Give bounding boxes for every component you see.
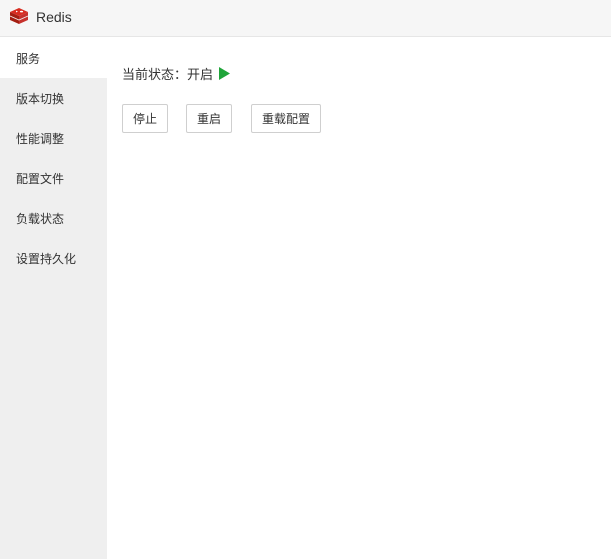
sidebar-item-config-file[interactable]: 配置文件 (0, 158, 107, 198)
app-title: Redis (36, 9, 72, 25)
sidebar-item-label: 性能调整 (16, 131, 65, 146)
sidebar-item-version-switch[interactable]: 版本切换 (0, 78, 107, 118)
redis-manager-window: Redis 服务 版本切换 性能调整 配置文件 负载状态 设置持久化 当前状态：… (0, 0, 611, 559)
stop-button[interactable]: 停止 (122, 104, 168, 133)
sidebar-item-load-status[interactable]: 负载状态 (0, 198, 107, 238)
sidebar-item-label: 服务 (16, 51, 41, 66)
reload-config-button[interactable]: 重载配置 (251, 104, 321, 133)
sidebar: 服务 版本切换 性能调整 配置文件 负载状态 设置持久化 (0, 38, 107, 559)
status-value: 开启 (187, 67, 214, 83)
sidebar-item-service[interactable]: 服务 (0, 38, 107, 78)
sidebar-item-persistence[interactable]: 设置持久化 (0, 238, 107, 278)
service-status: 当前状态： 开启 (122, 64, 231, 83)
sidebar-item-label: 版本切换 (16, 91, 65, 106)
play-icon (219, 66, 231, 80)
sidebar-item-performance-tuning[interactable]: 性能调整 (0, 118, 107, 158)
redis-logo-icon (9, 8, 29, 24)
sidebar-item-label: 负载状态 (16, 211, 65, 226)
sidebar-item-label: 配置文件 (16, 171, 65, 186)
main-panel: 当前状态： 开启 停止 重启 重载配置 (107, 38, 611, 559)
status-label: 当前状态： (122, 67, 188, 83)
sidebar-item-label: 设置持久化 (16, 251, 77, 266)
title-bar: Redis (0, 0, 611, 37)
restart-button[interactable]: 重启 (186, 104, 232, 133)
